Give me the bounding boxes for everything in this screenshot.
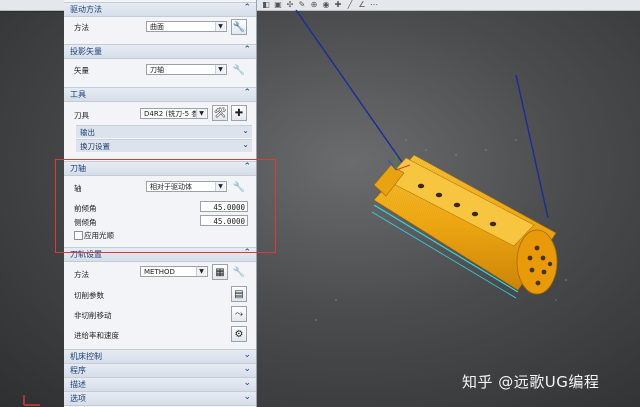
chevron-down-icon[interactable]: ⌄ xyxy=(243,378,251,388)
projection-vector-select[interactable]: 刀轴 ▼ xyxy=(146,64,227,75)
select-value: D4R2 (铣刀-5 参 xyxy=(144,110,199,118)
workpiece-model[interactable] xyxy=(371,154,558,299)
chevron-down-icon[interactable]: ⌄ xyxy=(243,392,251,402)
chevron-down-icon[interactable]: ⌄ xyxy=(242,140,249,149)
chevron-down-icon[interactable]: ⌄ xyxy=(243,364,251,374)
section-title: 程序 xyxy=(70,366,86,375)
tool-select[interactable]: D4R2 (铣刀-5 参 ▼ xyxy=(140,108,208,119)
chevron-down-icon: ▼ xyxy=(215,22,225,31)
section-projection-vector[interactable]: 投影矢量 ⌃ xyxy=(64,44,256,59)
section-options[interactable]: 选项 ⌄ xyxy=(64,391,256,406)
chevron-down-icon: ▼ xyxy=(196,267,206,276)
wrench-edit-icon: 🔧 xyxy=(232,65,246,76)
chevron-up-icon[interactable]: ⌃ xyxy=(243,88,251,98)
drive-method-select[interactable]: 曲面 ▼ xyxy=(146,21,227,32)
edit-tool-icon[interactable]: 🛠 xyxy=(212,105,228,121)
method-edit-icon[interactable]: ▦ xyxy=(212,264,228,280)
change-tool-label: 换刀设置 xyxy=(80,142,110,151)
wrench-edit-icon[interactable]: 🔧 xyxy=(231,19,247,35)
select-value: 刀轴 xyxy=(150,66,164,74)
highlight-box xyxy=(55,159,276,253)
chevron-down-icon[interactable]: ⌄ xyxy=(242,126,249,135)
section-title: 驱动方法 xyxy=(70,5,102,14)
output-subsection[interactable]: 输出 ⌄ xyxy=(76,125,252,138)
chevron-up-icon[interactable]: ⌃ xyxy=(243,45,251,55)
section-description[interactable]: 描述 ⌄ xyxy=(64,377,256,392)
cut-params-icon[interactable]: ▤ xyxy=(231,286,247,302)
section-tool[interactable]: 工具 ⌃ xyxy=(64,87,256,102)
chevron-down-icon: ▼ xyxy=(196,109,206,118)
new-tool-icon[interactable]: ✚ xyxy=(231,105,247,121)
chevron-up-icon[interactable]: ⌃ xyxy=(243,3,251,13)
tool-label: 刀具 xyxy=(74,111,89,120)
change-tool-subsection[interactable]: 换刀设置 ⌄ xyxy=(76,139,252,152)
tool-axis-line-left xyxy=(295,9,412,176)
chevron-down-icon: ▼ xyxy=(215,65,225,74)
section-program[interactable]: 程序 ⌄ xyxy=(64,363,256,378)
select-value: METHOD xyxy=(144,268,175,276)
drive-method-label: 方法 xyxy=(74,23,89,32)
section-title: 机床控制 xyxy=(70,352,102,361)
coordinate-triad-icon xyxy=(23,395,40,406)
vector-label: 矢量 xyxy=(74,66,89,75)
tool-axis-line-right xyxy=(515,74,549,219)
output-label: 输出 xyxy=(80,128,95,137)
wrench-edit-icon: 🔧 xyxy=(232,267,246,278)
method-label: 方法 xyxy=(74,270,89,279)
watermark-text: 知乎 @远歌UG编程 xyxy=(462,373,600,391)
section-title: 投影矢量 xyxy=(70,47,102,56)
feeds-speeds-icon[interactable]: ⚙ xyxy=(231,326,247,342)
non-cut-moves-icon[interactable]: ⤳ xyxy=(231,306,247,322)
graphics-viewport[interactable] xyxy=(256,0,640,407)
section-machine-control[interactable]: 机床控制 ⌄ xyxy=(64,349,256,364)
method-select[interactable]: METHOD ▼ xyxy=(140,266,208,277)
non-cut-moves-label: 非切削移动 xyxy=(74,311,112,320)
section-title: 描述 xyxy=(70,380,86,389)
section-drive-method[interactable]: 驱动方法 ⌃ xyxy=(64,2,256,17)
chevron-down-icon[interactable]: ⌄ xyxy=(243,350,251,360)
section-title: 工具 xyxy=(70,90,86,99)
cut-params-label: 切削参数 xyxy=(74,291,104,300)
feeds-speeds-label: 进给率和速度 xyxy=(74,331,119,340)
section-title: 选项 xyxy=(70,394,86,403)
select-value: 曲面 xyxy=(150,23,164,31)
